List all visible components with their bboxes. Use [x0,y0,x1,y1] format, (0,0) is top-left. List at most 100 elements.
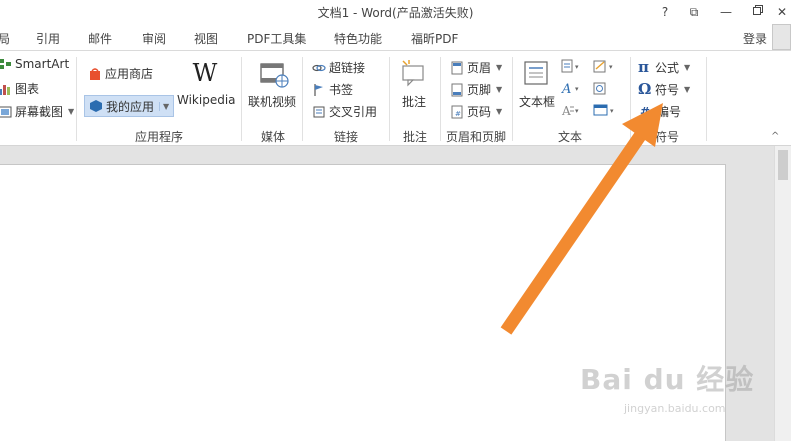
close-button[interactable]: ✕ [772,3,791,21]
chevron-down-icon: ▼ [496,107,503,116]
svg-text:▾: ▾ [575,85,579,93]
page-number-icon: # [451,105,463,118]
svg-text:A: A [561,82,571,95]
text-group-label: 文本 [557,130,582,144]
collapse-ribbon-icon[interactable]: ^ [771,131,779,142]
group-divider [630,57,631,141]
page-number-label: 页码 [467,105,492,119]
omega-icon: Ω [638,80,652,98]
media-group-label: 媒体 [260,130,285,144]
store-icon [90,67,100,80]
baidu-watermark: Bai du 经验 jingyan.baidu.com [580,358,760,428]
wikipedia-icon[interactable]: W [190,59,220,87]
textbox-button[interactable]: 文本框 [519,93,555,110]
symbol-label: 符号 [655,82,680,97]
comment-label: 批注 [402,95,427,109]
number-icon: # [640,104,651,119]
equation-button[interactable]: π 公式 ▼ [638,58,690,76]
crossref-button[interactable]: 交叉引用 [312,103,377,120]
chevron-down-icon[interactable]: ▼ [159,101,169,111]
object-icon[interactable]: ▾ [593,103,619,117]
svg-text:#: # [455,110,461,118]
wikipedia-button[interactable]: Wikipedia [177,93,236,107]
tab-mailings[interactable]: 邮件 [88,30,112,47]
page-number-button[interactable]: # 页码 ▼ [450,103,502,120]
group-divider [241,57,242,141]
chevron-down-icon: ▼ [496,85,503,94]
crossref-label: 交叉引用 [329,105,378,119]
chart-icon [0,84,10,95]
wordart-icon[interactable]: A ▾ [561,81,583,95]
quick-parts-icon[interactable]: ▾ [561,59,583,73]
apps-group-label: 应用程序 [134,130,183,144]
signature-line-icon[interactable]: ▾ [593,59,619,73]
bookmark-icon [314,83,323,96]
smartart-label: SmartArt [15,57,70,71]
store-button[interactable]: 应用商店 [88,65,153,82]
header-label: 页眉 [467,61,492,75]
group-divider [512,57,513,141]
textbox-icon[interactable] [522,59,550,90]
group-divider [389,57,390,141]
number-button[interactable]: # 编号 [640,103,681,120]
chart-button[interactable]: 图表 [0,80,39,97]
tab-review[interactable]: 审阅 [142,30,166,47]
watermark-url: jingyan.baidu.com [624,402,726,415]
bookmark-button[interactable]: 书签 [312,81,353,98]
comment-button[interactable]: 批注 [402,93,426,110]
textbox-label: 文本框 [519,95,556,109]
group-divider [440,57,441,141]
group-divider [76,57,77,141]
footer-button[interactable]: 页脚 ▼ [450,81,502,98]
login-link[interactable]: 登录 [743,30,767,47]
date-time-icon[interactable] [593,81,619,95]
tab-view[interactable]: 视图 [194,30,218,47]
tab-references[interactable]: 引用 [36,30,60,47]
online-video-label: 联机视频 [248,95,297,109]
group-divider [302,57,303,141]
avatar[interactable] [772,24,791,50]
pi-icon: π [638,58,649,76]
scrollbar-thumb[interactable] [778,150,788,180]
screenshot-label: 屏幕截图 [15,105,64,119]
hyperlink-label: 超链接 [329,61,366,75]
smartart-button[interactable]: SmartArt [0,57,69,71]
hyperlink-icon [312,64,326,71]
svg-text:▾: ▾ [575,63,579,71]
header-button[interactable]: 页眉 ▼ [450,59,502,76]
myapps-button[interactable]: 我的应用 ▼ [84,95,175,117]
svg-text:A: A [561,104,571,117]
ribbon-tabs: 局 引用 邮件 审阅 视图 PDF工具集 特色功能 福昕PDF [0,24,791,50]
chevron-down-icon: ▼ [496,63,503,72]
tab-pdf-tools[interactable]: PDF工具集 [247,30,306,47]
chevron-down-icon: ▼ [684,84,691,94]
online-video-button[interactable]: 联机视频 [248,93,296,110]
tab-features[interactable]: 特色功能 [334,30,382,47]
wikipedia-label: Wikipedia [177,93,236,107]
svg-text:▾: ▾ [575,107,579,115]
header-icon [451,61,463,74]
comment-icon[interactable] [400,59,428,90]
svg-text:▾: ▾ [609,63,613,71]
text-tools-column-1: ▾ A ▾ A ▾ [561,59,583,117]
help-button[interactable]: ? [655,3,675,21]
vertical-scrollbar[interactable] [774,146,791,441]
group-divider [706,57,707,141]
tab-layout[interactable]: 局 [0,30,10,47]
drop-cap-icon[interactable]: A ▾ [561,103,583,117]
restore-button[interactable] [748,3,768,21]
symbols-group-label: 符号 [654,130,679,144]
tab-foxit-pdf[interactable]: 福昕PDF [411,30,458,47]
crossref-icon [313,106,325,117]
hyperlink-button[interactable]: 超链接 [312,59,365,76]
screenshot-button[interactable]: 屏幕截图 ▼ [0,103,74,120]
symbol-button[interactable]: Ω 符号 ▼ [638,80,690,98]
restore-icon [753,5,763,15]
minimize-button[interactable]: — [716,3,736,21]
svg-text:▾: ▾ [610,107,614,115]
comments-group-label: 批注 [402,130,427,144]
online-video-icon[interactable] [259,59,289,92]
smartart-icon [0,59,11,69]
bookmark-label: 书签 [329,83,354,97]
ribbon-display-options-button[interactable]: ⧉ [684,3,704,21]
